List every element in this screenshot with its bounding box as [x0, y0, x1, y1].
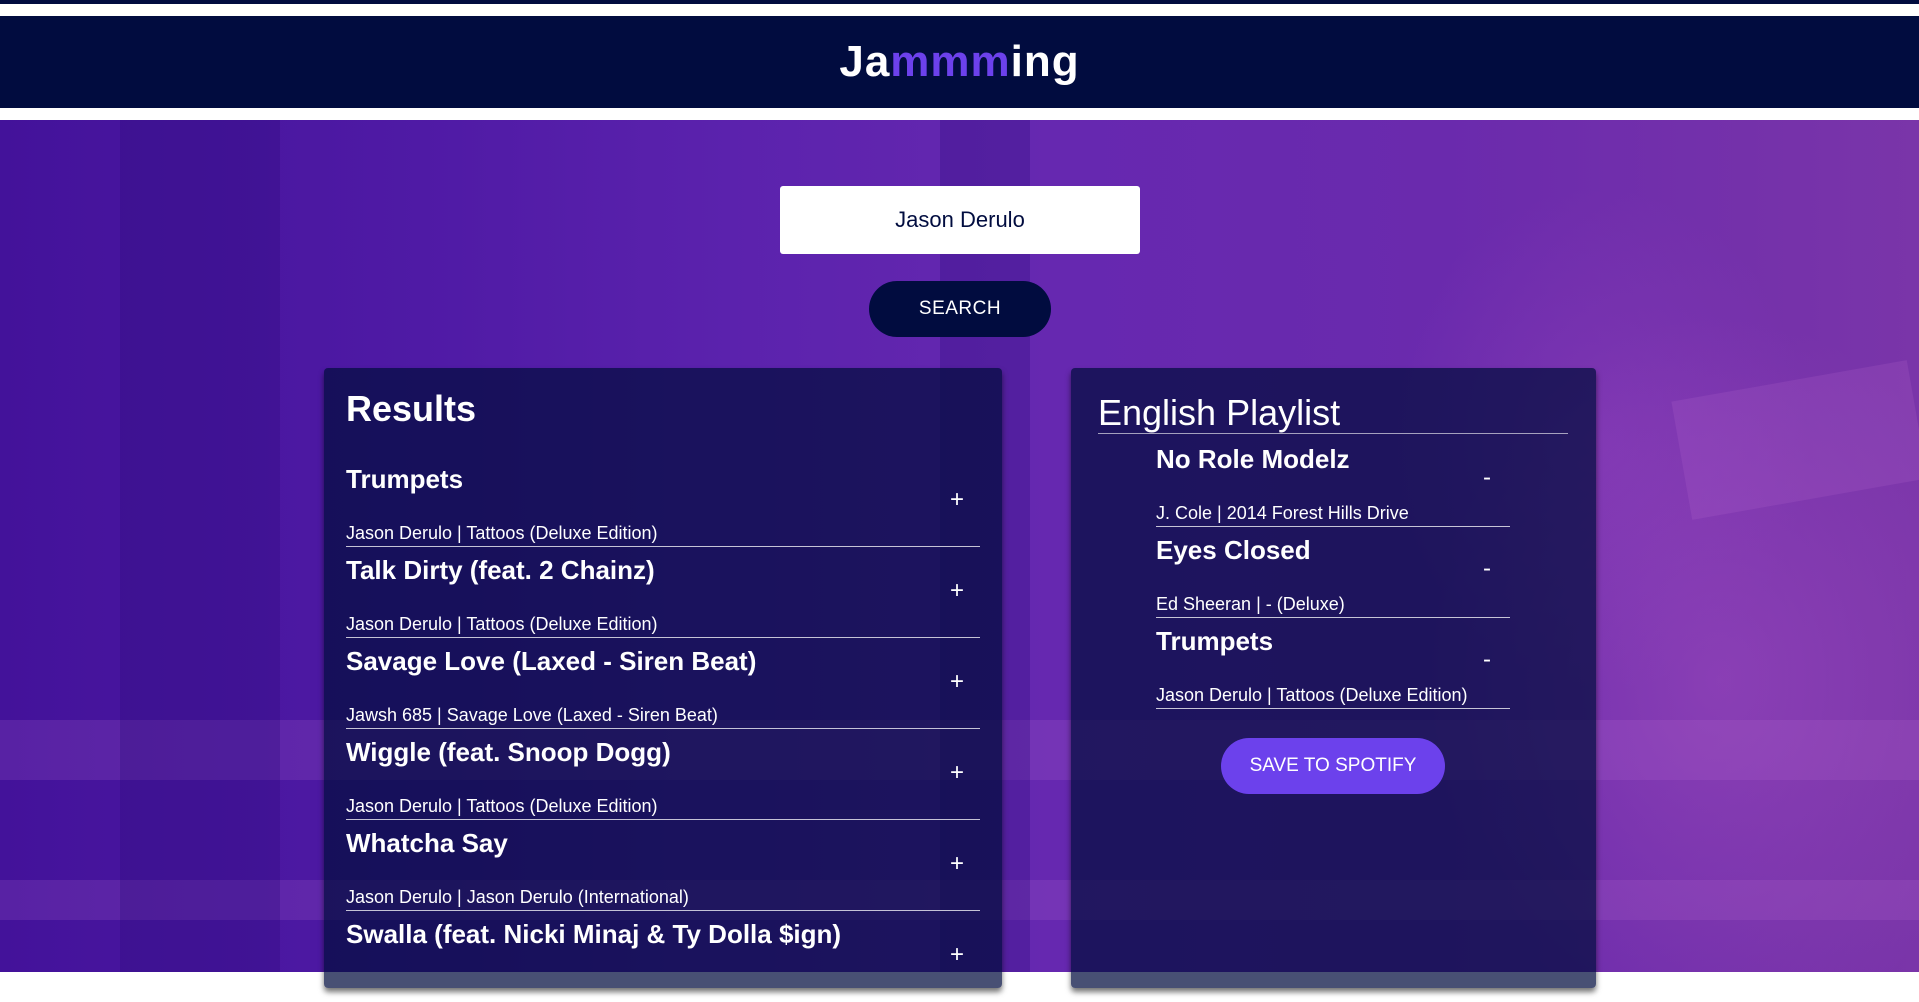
- playlist-track: No Role Modelz J. Cole | 2014 Forest Hil…: [1156, 436, 1510, 527]
- logo-end: ing: [1010, 37, 1080, 86]
- results-panel: Results Trumpets Jason Derulo | Tattoos …: [324, 368, 1002, 1002]
- track-name: Eyes Closed: [1156, 535, 1311, 565]
- remove-track-button[interactable]: -: [1474, 555, 1500, 583]
- track-name: Trumpets: [1156, 626, 1274, 656]
- bg-headband: [1671, 360, 1919, 520]
- app-logo: Jammming: [839, 37, 1079, 87]
- playlist-track: Trumpets Jason Derulo | Tattoos (Deluxe …: [1156, 618, 1510, 709]
- result-track: Trumpets Jason Derulo | Tattoos (Deluxe …: [346, 456, 980, 547]
- result-track: Whatcha Say Jason Derulo | Jason Derulo …: [346, 820, 980, 911]
- search-button[interactable]: SEARCH: [869, 281, 1051, 337]
- track-name: Trumpets: [346, 464, 464, 494]
- track-info: Ed Sheeran | - (Deluxe): [1156, 594, 1345, 614]
- results-heading: Results: [346, 388, 477, 429]
- track-name: Wiggle (feat. Snoop Dogg): [346, 737, 671, 767]
- search-input[interactable]: [780, 186, 1140, 254]
- add-track-button[interactable]: +: [944, 668, 970, 696]
- track-info: Jason Derulo | Tattoos (Deluxe Edition): [346, 523, 658, 543]
- app-header: Jammming: [0, 16, 1919, 108]
- logo-start: Ja: [839, 37, 891, 86]
- save-to-spotify-button[interactable]: SAVE TO SPOTIFY: [1221, 738, 1445, 794]
- track-info: J. Cole | 2014 Forest Hills Drive: [1156, 503, 1409, 523]
- add-track-button[interactable]: +: [944, 759, 970, 787]
- result-track: Savage Love (Laxed - Siren Beat) Jawsh 6…: [346, 638, 980, 729]
- add-track-button[interactable]: +: [944, 941, 970, 969]
- add-track-button[interactable]: +: [944, 486, 970, 514]
- track-info: Jason Derulo | Jason Derulo (Internation…: [346, 887, 689, 907]
- logo-accent: mmm: [890, 37, 1011, 86]
- playlist-name-input[interactable]: [1098, 392, 1568, 434]
- track-name: Swalla (feat. Nicki Minaj & Ty Dolla $ig…: [346, 919, 842, 949]
- track-name: Savage Love (Laxed - Siren Beat): [346, 646, 757, 676]
- track-info: Jawsh 685 | Savage Love (Laxed - Siren B…: [346, 705, 718, 725]
- add-track-button[interactable]: +: [944, 577, 970, 605]
- top-border: [0, 0, 1919, 4]
- result-track: Wiggle (feat. Snoop Dogg) Jason Derulo |…: [346, 729, 980, 820]
- bg-streak: [120, 120, 280, 972]
- playlist-track: Eyes Closed Ed Sheeran | - (Deluxe) -: [1156, 527, 1510, 618]
- track-name: Whatcha Say: [346, 828, 508, 858]
- track-info: Jason Derulo | Tattoos (Deluxe Edition): [1156, 685, 1468, 705]
- result-track: Talk Dirty (feat. 2 Chainz) Jason Derulo…: [346, 547, 980, 638]
- remove-track-button[interactable]: -: [1474, 464, 1500, 492]
- remove-track-button[interactable]: -: [1474, 646, 1500, 674]
- add-track-button[interactable]: +: [944, 850, 970, 878]
- result-track: Swalla (feat. Nicki Minaj & Ty Dolla $ig…: [346, 911, 980, 1002]
- track-name: Talk Dirty (feat. 2 Chainz): [346, 555, 655, 585]
- playlist-panel: No Role Modelz J. Cole | 2014 Forest Hil…: [1071, 368, 1596, 988]
- track-info: Jason Derulo | Tattoos (Deluxe Edition): [346, 614, 658, 634]
- track-info: Jason Derulo | Tattoos (Deluxe Edition): [346, 796, 658, 816]
- track-name: No Role Modelz: [1156, 444, 1350, 474]
